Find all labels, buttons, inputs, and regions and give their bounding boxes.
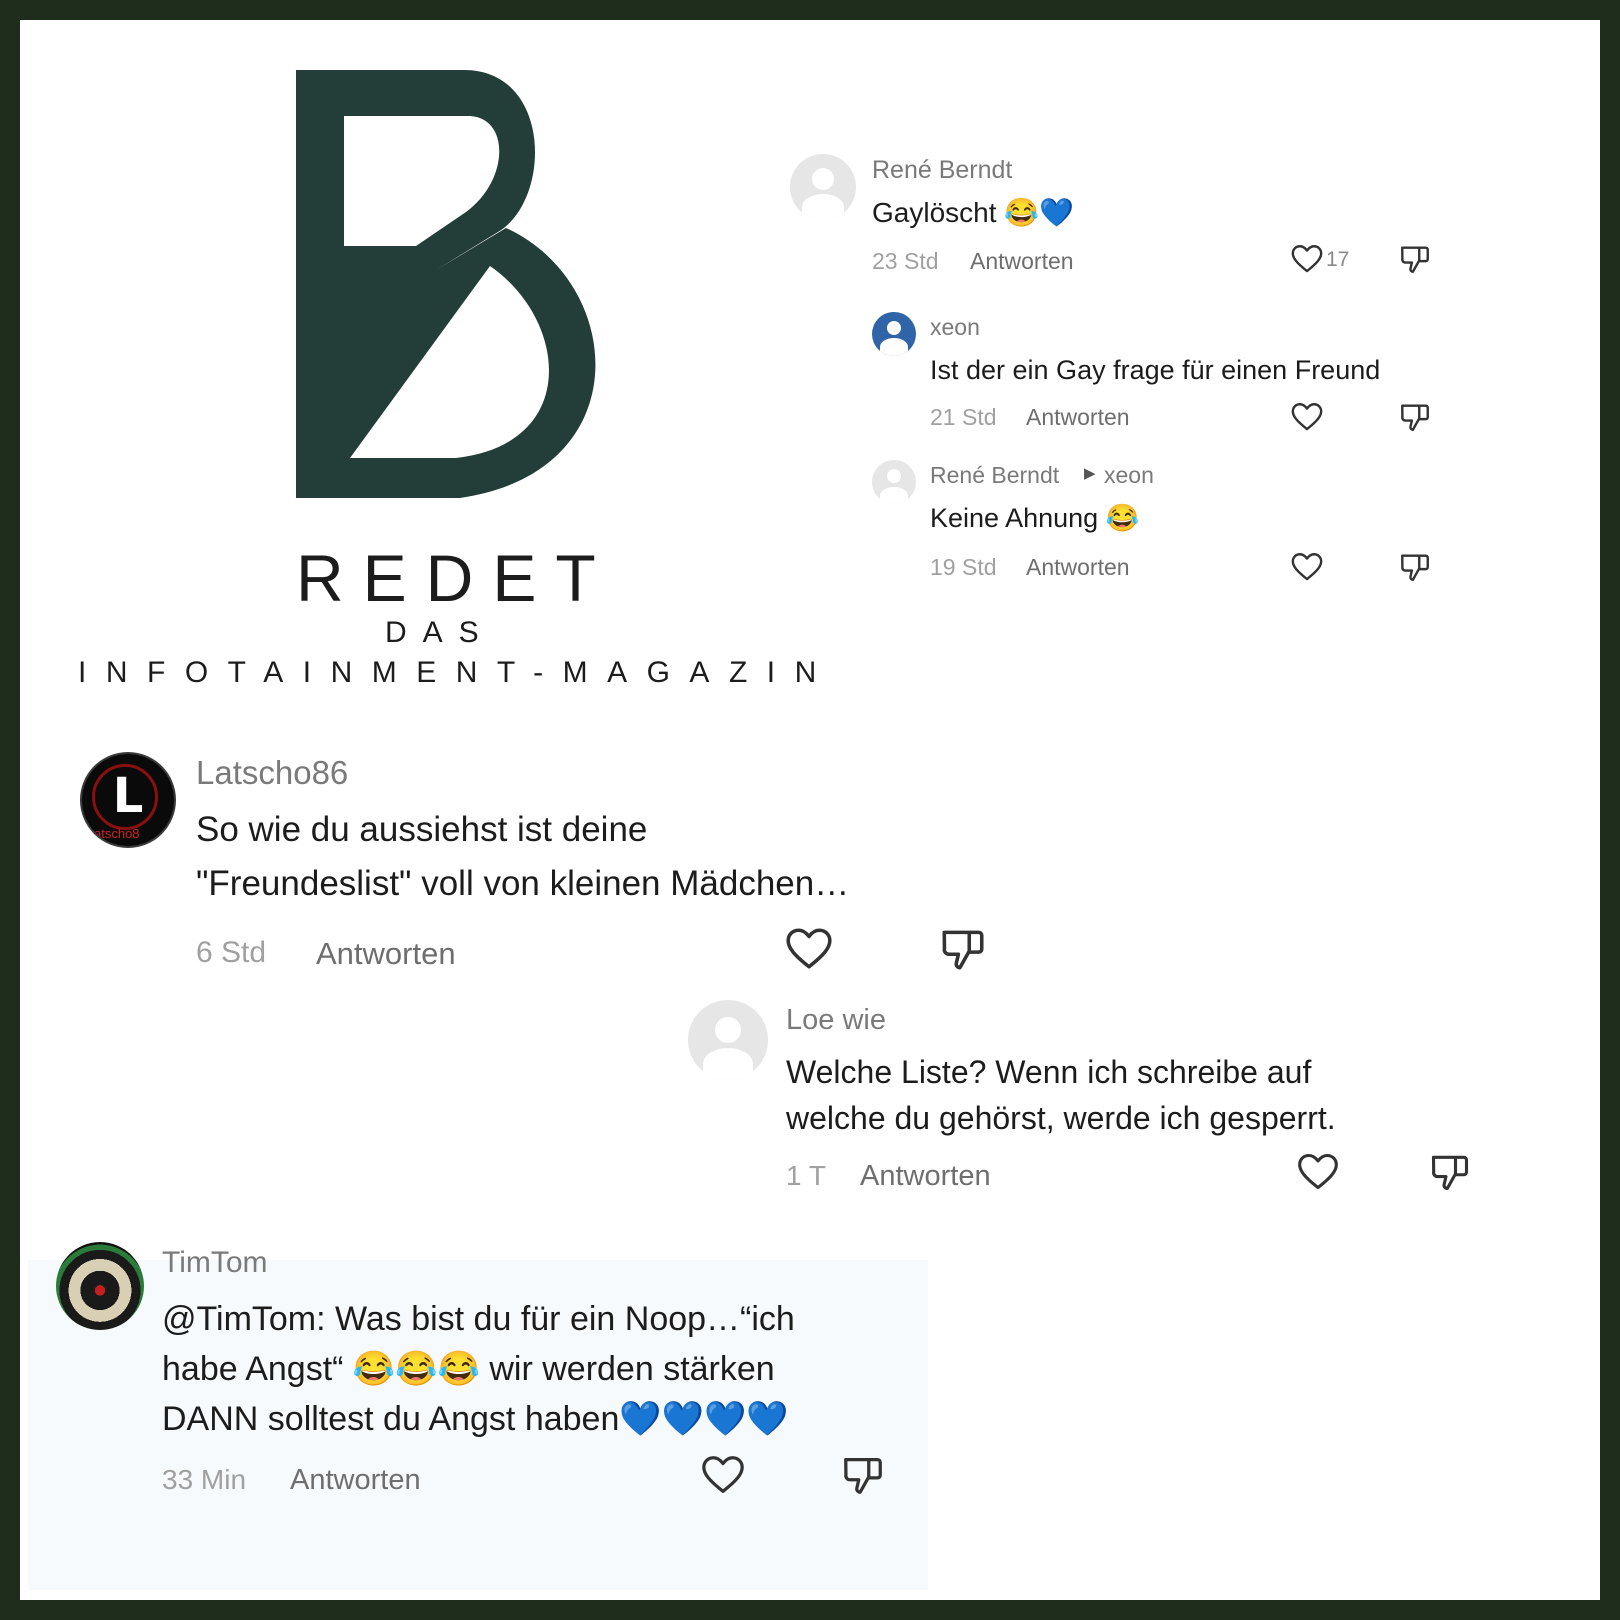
thumbs-down-icon[interactable] xyxy=(1398,400,1432,434)
avatar-body xyxy=(703,1048,753,1080)
avatar-body xyxy=(802,194,844,220)
avatar-head xyxy=(715,1017,741,1043)
avatar-body xyxy=(880,338,908,356)
reply-button[interactable]: Antworten xyxy=(970,248,1074,275)
heart-icon[interactable] xyxy=(1290,400,1324,434)
comment-time: 19 Std xyxy=(930,554,997,580)
thumbs-down-icon[interactable] xyxy=(938,924,988,974)
comment-username[interactable]: Latscho86 xyxy=(196,754,348,792)
logo-word-redet: REDET xyxy=(296,541,615,615)
comment-text-line: "Freundeslist" voll von kleinen Mädchen… xyxy=(196,864,850,903)
avatar[interactable]: L atscho8 xyxy=(80,752,176,848)
logo-word-das: DAS xyxy=(385,616,495,649)
logo-word-magazin: INFOTAINMENT-MAGAZIN xyxy=(78,656,836,689)
avatar-letter: L xyxy=(112,768,144,824)
comment-time: 33 Min xyxy=(162,1464,247,1495)
comment-text-line: So wie du aussiehst ist deine xyxy=(196,810,648,849)
avatar[interactable] xyxy=(56,1242,144,1330)
avatar-body xyxy=(880,487,908,504)
heart-icon[interactable] xyxy=(784,924,834,974)
comment-time: 21 Std xyxy=(930,404,997,430)
comment-time: 23 Std xyxy=(872,248,939,274)
like-count: 17 xyxy=(1326,248,1350,271)
avatar-head xyxy=(812,168,834,190)
heart-icon[interactable] xyxy=(1290,242,1324,276)
reply-button[interactable]: Antworten xyxy=(316,936,456,972)
reply-button[interactable]: Antworten xyxy=(1026,554,1130,581)
comment-text-line: @TimTom: Was bist du für ein Noop…“ich xyxy=(162,1300,795,1338)
avatar[interactable] xyxy=(688,1000,768,1080)
avatar-head xyxy=(887,469,901,483)
thumbs-down-icon[interactable] xyxy=(840,1452,886,1498)
logo-mark-icon xyxy=(296,70,596,498)
brand-logo: REDET DAS INFOTAINMENT-MAGAZIN xyxy=(20,20,840,740)
comment-text-line: DANN solltest du Angst haben💙💙💙💙 xyxy=(162,1400,789,1438)
comment-username[interactable]: TimTom xyxy=(162,1246,268,1280)
heart-icon[interactable] xyxy=(700,1452,746,1498)
comment-username[interactable]: René Berndt xyxy=(872,156,1012,185)
caret-right-icon: ▶ xyxy=(1084,465,1096,482)
reply-button[interactable]: Antworten xyxy=(860,1160,991,1193)
avatar-head xyxy=(887,321,901,335)
comment-text: Keine Ahnung 😂 xyxy=(930,503,1140,533)
avatar-label: atscho8 xyxy=(94,826,140,841)
thumbs-down-icon[interactable] xyxy=(1398,242,1432,276)
reply-to-username[interactable]: xeon xyxy=(1104,462,1154,489)
avatar[interactable] xyxy=(872,312,916,356)
comment-time: 1 T xyxy=(786,1160,826,1191)
comment-time: 6 Std xyxy=(196,936,267,969)
post-canvas: REDET DAS INFOTAINMENT-MAGAZIN René Bern… xyxy=(20,20,1600,1600)
comment-text: Gaylöscht 😂💙 xyxy=(872,197,1075,228)
comment-text-line: welche du gehörst, werde ich gesperrt. xyxy=(786,1100,1336,1136)
thumbs-down-icon[interactable] xyxy=(1428,1150,1472,1194)
comment-text: Ist der ein Gay frage für einen Freund xyxy=(930,355,1381,385)
reply-button[interactable]: Antworten xyxy=(1026,404,1130,431)
comment-text-line: habe Angst“ 😂😂😂 wir werden stärken xyxy=(162,1350,775,1388)
heart-icon[interactable] xyxy=(1290,550,1324,584)
comment-text-line: Welche Liste? Wenn ich schreibe auf xyxy=(786,1054,1312,1090)
reply-button[interactable]: Antworten xyxy=(290,1464,421,1497)
avatar[interactable] xyxy=(872,460,916,504)
comment-username[interactable]: xeon xyxy=(930,314,980,341)
comment-username[interactable]: René Berndt xyxy=(930,462,1059,489)
thumbs-down-icon[interactable] xyxy=(1398,550,1432,584)
avatar[interactable] xyxy=(790,154,856,220)
heart-icon[interactable] xyxy=(1296,1150,1340,1194)
comment-username[interactable]: Loe wie xyxy=(786,1004,886,1037)
